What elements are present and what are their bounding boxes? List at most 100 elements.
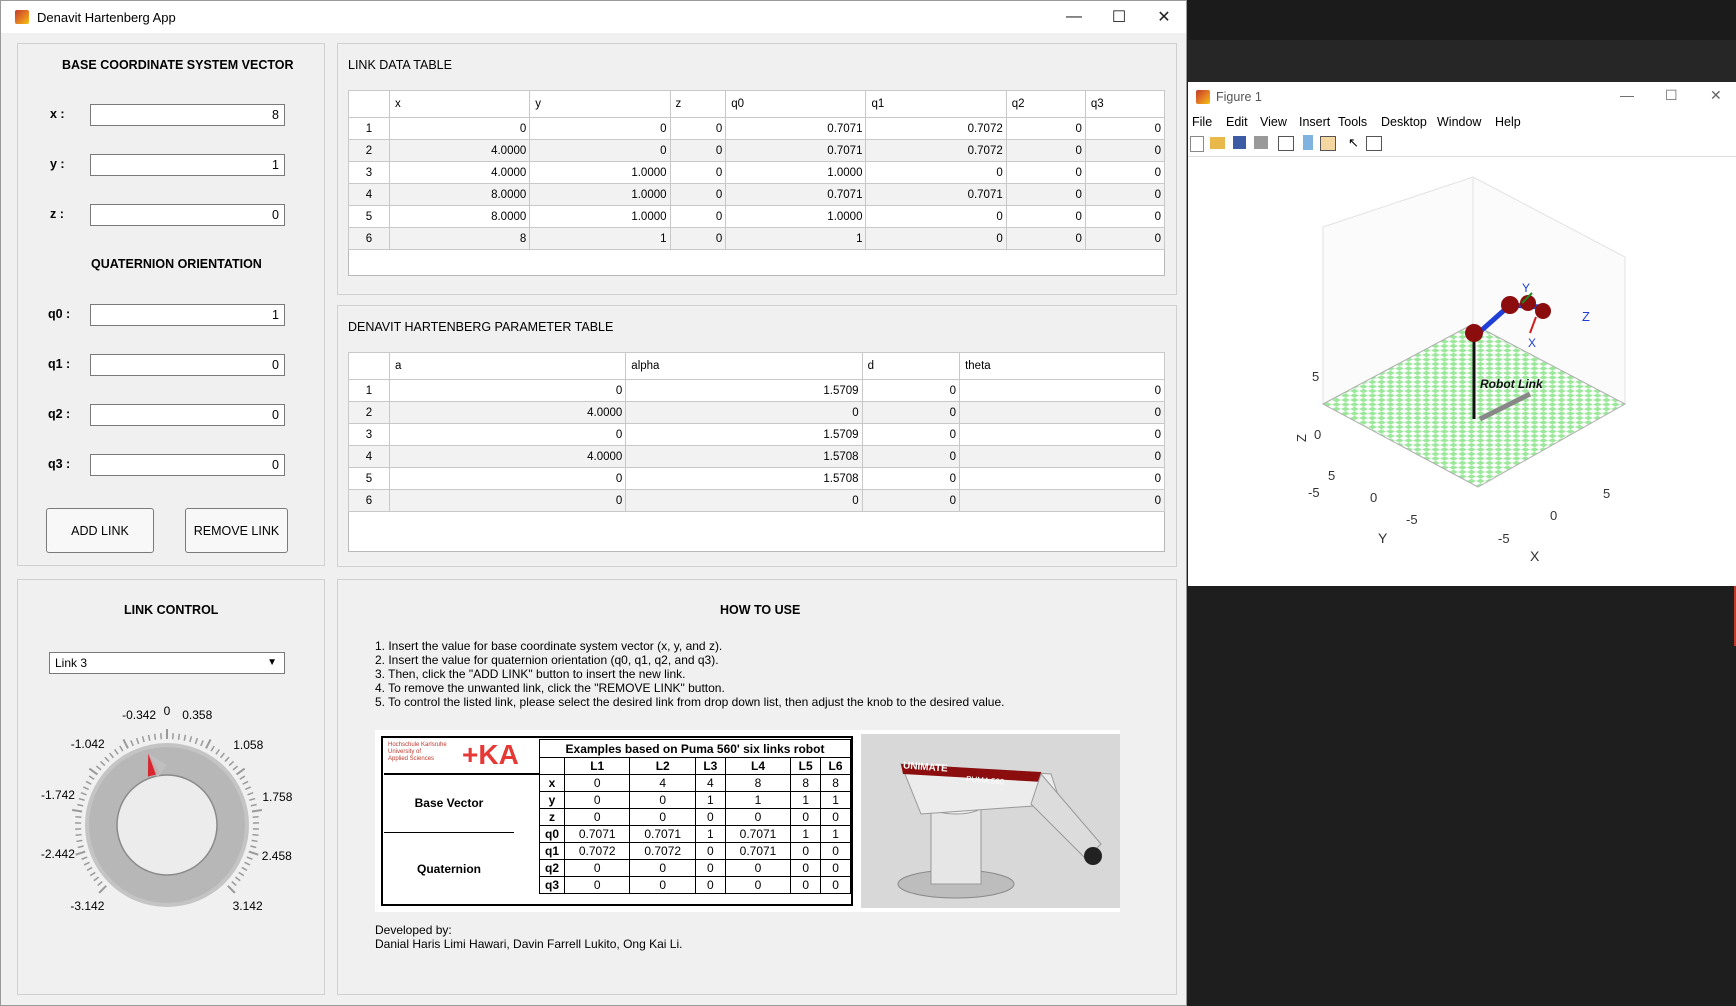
table-cell[interactable]: 1.5709	[625, 423, 863, 446]
link-select-dropdown[interactable]: Link 3 ▼	[49, 652, 285, 674]
table-cell[interactable]: 0.7072	[865, 139, 1007, 162]
table-cell[interactable]: 4.0000	[388, 139, 531, 162]
q0-field[interactable]: 1	[90, 304, 285, 326]
table-cell[interactable]: 0	[1084, 161, 1166, 184]
knob-control[interactable]	[18, 710, 326, 960]
link-data-table[interactable]: x y z q0 q1 q2 q3 1 0 0 0 0.7071 0.7072 0 0 2 4.0000 0 0 0…	[348, 90, 1166, 250]
table-row[interactable]: 5 0 1.5708 0 0	[348, 467, 1165, 490]
table-cell[interactable]: 1.0000	[529, 205, 671, 228]
figure-minimize-button[interactable]: —	[1620, 87, 1634, 103]
table-row[interactable]: 2 4.0000 0 0 0.7071 0.7072 0 0	[348, 139, 1166, 162]
table-cell[interactable]: 1.0000	[725, 161, 867, 184]
table-cell[interactable]: 0	[388, 467, 627, 490]
table-cell[interactable]: 0.7072	[865, 117, 1007, 140]
table-cell[interactable]: 0	[861, 401, 961, 424]
table-cell[interactable]: 0	[861, 467, 961, 490]
print-icon[interactable]	[1254, 136, 1268, 149]
table-cell[interactable]: 0	[388, 489, 627, 512]
open-file-icon[interactable]	[1210, 137, 1225, 149]
table-cell[interactable]: 1.5708	[625, 445, 863, 468]
table-cell[interactable]: 1	[529, 227, 671, 250]
table-row[interactable]: 5 8.0000 1.0000 0 1.0000 0 0 0	[348, 205, 1166, 228]
table-cell[interactable]: 8.0000	[388, 183, 531, 206]
table-cell[interactable]: 0	[959, 467, 1165, 490]
table-cell[interactable]: 0	[529, 117, 671, 140]
save-icon[interactable]	[1233, 136, 1246, 149]
table-cell[interactable]: 0	[959, 489, 1165, 512]
table-cell[interactable]: 0	[861, 379, 961, 402]
table-row[interactable]: 1 0 1.5709 0 0	[348, 379, 1165, 402]
dh-parameter-table[interactable]: a alpha d theta 1 0 1.5709 0 0 2 4.0000 0 0 0 3 0 1.570…	[348, 352, 1165, 512]
menu-view[interactable]: View	[1260, 115, 1287, 129]
table-cell[interactable]: 8	[388, 227, 531, 250]
table-cell[interactable]: 0.7071	[725, 183, 867, 206]
table-cell[interactable]: 0	[1084, 117, 1166, 140]
figure-maximize-button[interactable]: ☐	[1665, 87, 1678, 104]
table-cell[interactable]: 0	[669, 227, 727, 250]
table-cell[interactable]: 0	[861, 445, 961, 468]
table-cell[interactable]: 0	[959, 423, 1165, 446]
table-cell[interactable]: 0	[388, 117, 531, 140]
maximize-button[interactable]: ☐	[1096, 1, 1142, 33]
new-figure-icon[interactable]	[1190, 136, 1204, 152]
table-cell[interactable]: 0	[669, 161, 727, 184]
table-cell[interactable]: 1.5708	[625, 467, 863, 490]
table-cell[interactable]: 1.5709	[625, 379, 863, 402]
table-cell[interactable]: 0	[625, 489, 863, 512]
table-cell[interactable]: 0	[865, 161, 1007, 184]
menu-file[interactable]: File	[1192, 115, 1212, 129]
table-cell[interactable]: 0	[529, 139, 671, 162]
table-row[interactable]: 60000	[348, 489, 1165, 512]
table-cell[interactable]: 0.7071	[865, 183, 1007, 206]
table-cell[interactable]: 1	[725, 227, 867, 250]
table-cell[interactable]: 0	[388, 379, 627, 402]
table-cell[interactable]: 0	[1005, 183, 1086, 206]
table-row[interactable]: 1 0 0 0 0.7071 0.7072 0 0	[348, 117, 1166, 140]
robot-3d-plot[interactable]: Y X Z Robot Link 5 0 -5 Z 5 0 -5 Y 5 0 -…	[1188, 157, 1736, 586]
minimize-button[interactable]: —	[1051, 1, 1097, 33]
table-cell[interactable]: 1.0000	[529, 183, 671, 206]
table-cell[interactable]: 4.0000	[388, 401, 627, 424]
colorbar-icon[interactable]	[1303, 135, 1313, 150]
q3-field[interactable]: 0	[90, 454, 285, 476]
table-cell[interactable]: 0	[865, 205, 1007, 228]
table-cell[interactable]: 4.0000	[388, 445, 627, 468]
table-cell[interactable]: 0	[669, 205, 727, 228]
table-cell[interactable]: 4.0000	[388, 161, 531, 184]
table-cell[interactable]: 0	[959, 445, 1165, 468]
table-cell[interactable]: 8.0000	[388, 205, 531, 228]
menu-desktop[interactable]: Desktop	[1381, 115, 1427, 129]
z-field[interactable]: 0	[90, 204, 285, 226]
table-row[interactable]: 2 4.0000 0 0 0	[348, 401, 1165, 424]
table-cell[interactable]: 0.7071	[725, 139, 867, 162]
table-cell[interactable]: 0	[669, 183, 727, 206]
table-cell[interactable]: 1.0000	[529, 161, 671, 184]
table-cell[interactable]: 0	[1005, 227, 1086, 250]
table-row[interactable]: 4 4.0000 1.5708 0 0	[348, 445, 1165, 468]
table-row[interactable]: 68101000	[348, 227, 1166, 250]
menu-edit[interactable]: Edit	[1226, 115, 1248, 129]
table-cell[interactable]: 0	[861, 489, 961, 512]
table-cell[interactable]: 0	[388, 423, 627, 446]
close-button[interactable]: ✕	[1141, 1, 1187, 33]
table-cell[interactable]: 1.0000	[725, 205, 867, 228]
table-cell[interactable]: 0	[1084, 227, 1166, 250]
table-row[interactable]: 4 8.0000 1.0000 0 0.7071 0.7071 0 0	[348, 183, 1166, 206]
table-cell[interactable]: 0	[959, 379, 1165, 402]
q2-field[interactable]: 0	[90, 404, 285, 426]
menu-help[interactable]: Help	[1495, 115, 1521, 129]
table-row[interactable]: 3 0 1.5709 0 0	[348, 423, 1165, 446]
x-field[interactable]: 8	[90, 104, 285, 126]
table-cell[interactable]: 0	[1005, 205, 1086, 228]
y-field[interactable]: 1	[90, 154, 285, 176]
menu-window[interactable]: Window	[1437, 115, 1481, 129]
table-cell[interactable]: 0	[1084, 139, 1166, 162]
table-cell[interactable]: 0	[669, 117, 727, 140]
table-cell[interactable]: 0	[865, 227, 1007, 250]
knob-cap[interactable]	[116, 774, 218, 876]
table-cell[interactable]: 0.7071	[725, 117, 867, 140]
link-plot-icon[interactable]	[1278, 136, 1294, 151]
cursor-icon[interactable]: ↖	[1348, 135, 1359, 151]
table-cell[interactable]: 0	[1005, 139, 1086, 162]
menu-tools[interactable]: Tools	[1338, 115, 1367, 129]
